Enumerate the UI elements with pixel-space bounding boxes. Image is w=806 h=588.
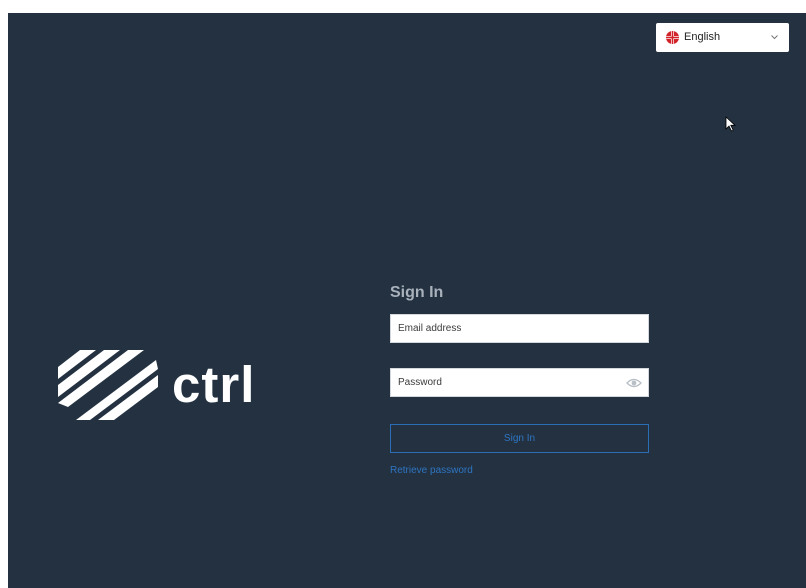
email-input[interactable] bbox=[391, 315, 648, 342]
language-select[interactable]: English bbox=[656, 23, 789, 52]
password-field[interactable] bbox=[390, 368, 649, 397]
login-screen: English ctrl Sign In Sign In Retrieve pa… bbox=[8, 13, 806, 588]
signin-title: Sign In bbox=[390, 284, 444, 301]
striped-chevrons-logo-icon bbox=[58, 350, 158, 420]
brand-wordmark: ctrl bbox=[172, 356, 256, 413]
chevron-down-icon bbox=[771, 35, 778, 40]
signin-button[interactable]: Sign In bbox=[390, 424, 649, 453]
mouse-cursor-icon bbox=[725, 116, 737, 132]
password-input[interactable] bbox=[391, 369, 648, 396]
email-field[interactable] bbox=[390, 314, 649, 343]
eye-icon[interactable] bbox=[626, 377, 642, 389]
language-label: English bbox=[684, 31, 721, 43]
uk-flag-icon bbox=[666, 31, 679, 44]
retrieve-password-link[interactable]: Retrieve password bbox=[390, 465, 473, 476]
ctrl-logo: ctrl bbox=[58, 345, 288, 425]
